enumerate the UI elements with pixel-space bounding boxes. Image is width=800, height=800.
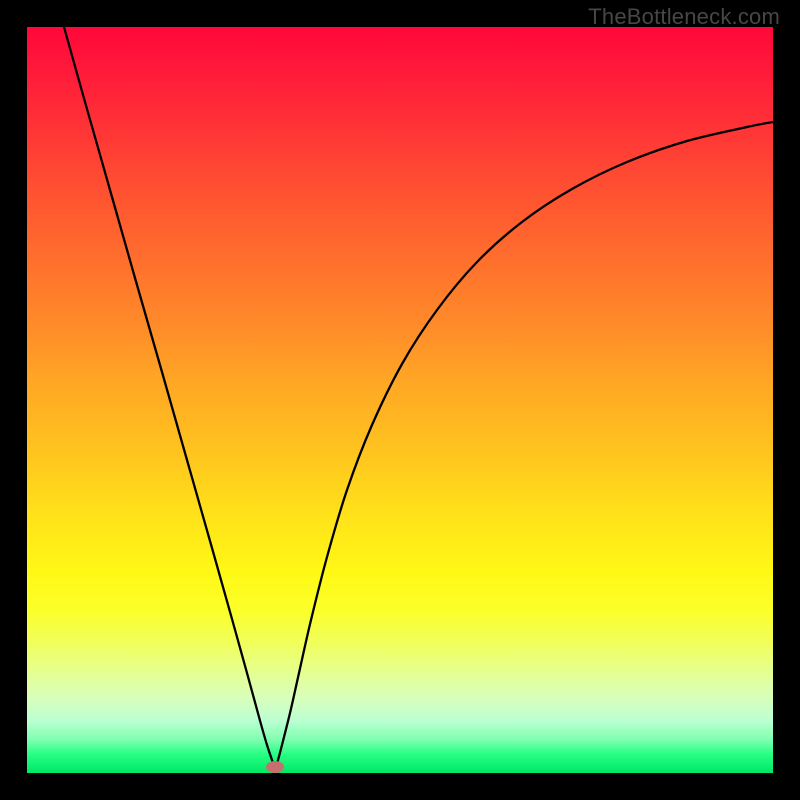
chart-svg bbox=[27, 27, 773, 773]
watermark-text: TheBottleneck.com bbox=[588, 4, 780, 30]
min-point-marker bbox=[266, 761, 284, 773]
bottleneck-curve bbox=[64, 27, 773, 767]
gradient-plot-area bbox=[27, 27, 773, 773]
